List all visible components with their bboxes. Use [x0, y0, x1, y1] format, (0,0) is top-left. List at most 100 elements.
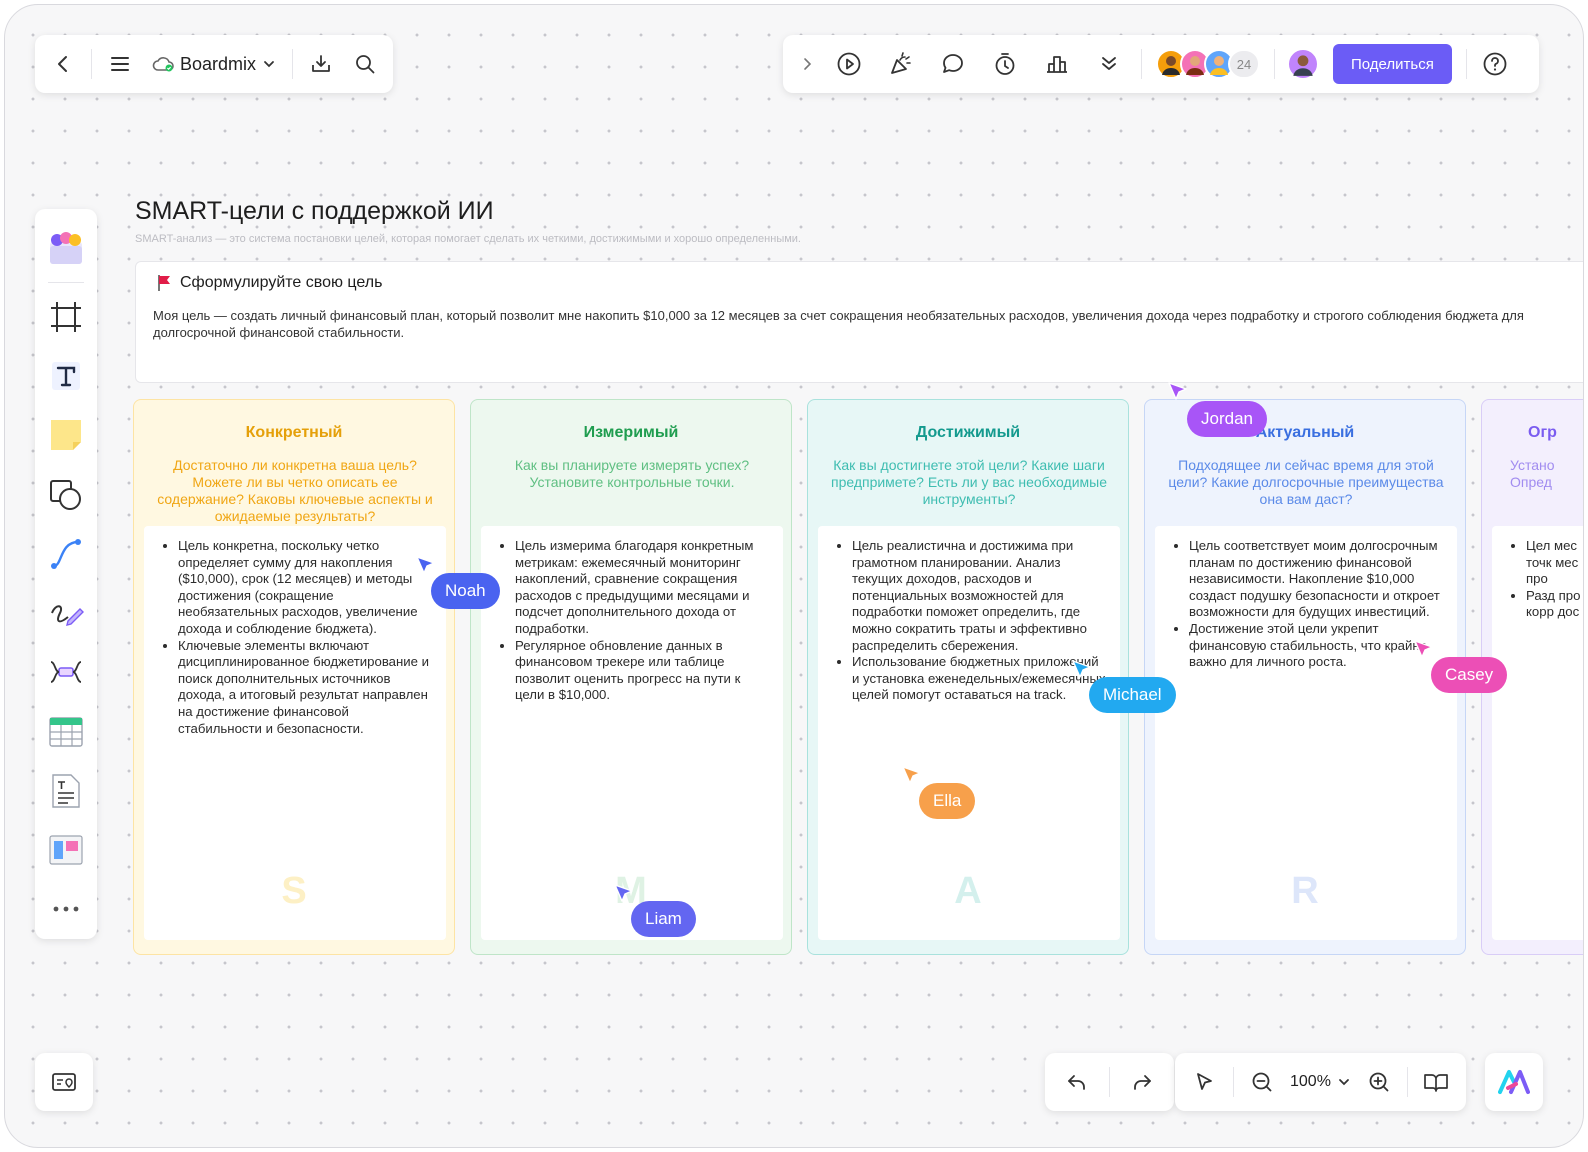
- minimap-button[interactable]: [42, 1060, 86, 1104]
- share-button[interactable]: Поделиться: [1333, 44, 1452, 84]
- zoom-toolbar: 100%: [1175, 1053, 1466, 1111]
- list-item: Использование бюджетных приложений и уст…: [852, 654, 1106, 704]
- more-tools-button[interactable]: [1083, 42, 1135, 86]
- zoom-out-button[interactable]: [1240, 1060, 1284, 1104]
- smart-column-specific[interactable]: Конкретный Достаточно ли конкретна ваша …: [133, 399, 455, 955]
- select-tool-button[interactable]: [1183, 1060, 1227, 1104]
- play-icon: [837, 52, 861, 76]
- help-button[interactable]: [1473, 42, 1517, 86]
- column-card[interactable]: Цел мес точк мес про Разд про корр дос: [1492, 526, 1583, 940]
- list-item: Регулярное обновление данных в финансово…: [515, 638, 769, 704]
- bullet-list: Цель измерима благодаря конкретным метри…: [515, 538, 769, 704]
- pen-tool-button[interactable]: [42, 587, 90, 638]
- sticky-note-icon: [51, 420, 81, 451]
- smart-column-measurable[interactable]: Измеримый Как вы планируете измерять усп…: [470, 399, 792, 955]
- redo-button[interactable]: [1116, 1060, 1168, 1104]
- table-tool-button[interactable]: [42, 706, 90, 757]
- bullet-list: Цель реалистична и достижима при грамотн…: [852, 538, 1106, 704]
- list-item: Цель конкретна, поскольку четко определя…: [178, 538, 432, 638]
- search-icon: [356, 55, 375, 74]
- pointer-icon: [1197, 1073, 1212, 1090]
- cursor-arrow-icon: [1168, 382, 1187, 400]
- double-chevron-down-icon: [1102, 57, 1116, 70]
- smart-column-relevant[interactable]: Актуальный Подходящее ли сейчас время дл…: [1144, 399, 1466, 955]
- left-toolbar: [35, 209, 97, 939]
- download-button[interactable]: [299, 42, 343, 86]
- redo-icon: [1134, 1075, 1151, 1090]
- ai-assistant-button[interactable]: [1492, 1060, 1536, 1104]
- board-name-dropdown[interactable]: Boardmix: [142, 54, 286, 75]
- connector-tool-button[interactable]: [42, 528, 90, 579]
- document-tool-button[interactable]: [42, 765, 90, 816]
- goal-text[interactable]: Моя цель — создать личный финансовый пла…: [153, 307, 1583, 341]
- guide-button[interactable]: [1414, 1060, 1458, 1104]
- goal-box[interactable]: Сформулируйте свою цель Моя цель — созда…: [135, 261, 1583, 383]
- collapse-toolbar-button[interactable]: [791, 42, 823, 86]
- goal-heading: Сформулируйте свою цель: [180, 274, 383, 291]
- templates-icon: [50, 231, 82, 264]
- history-toolbar: [1045, 1053, 1174, 1111]
- vote-button[interactable]: [1031, 42, 1083, 86]
- map-pin-icon: [52, 1073, 76, 1091]
- top-right-toolbar: 24 Поделиться: [783, 35, 1539, 93]
- cloud-icon: [152, 57, 174, 72]
- bullet-list: Цел мес точк мес про Разд про корр дос: [1526, 538, 1582, 621]
- timer-button[interactable]: [979, 42, 1031, 86]
- column-question: Устано Опред: [1510, 457, 1555, 490]
- collaborator-cursor-label: Jordan: [1187, 401, 1267, 437]
- column-question: Как вы планируете измерять успех? Устано…: [514, 457, 750, 490]
- collaborator-cursor-label: Liam: [631, 901, 696, 937]
- celebrate-button[interactable]: [875, 42, 927, 86]
- frame-tool-button[interactable]: [42, 291, 90, 342]
- list-item: Ключевые элементы включают дисциплиниров…: [178, 638, 432, 738]
- more-tools-button[interactable]: [42, 884, 90, 935]
- column-title: Измеримый: [583, 424, 679, 441]
- collaborator-cursor-label: Noah: [431, 573, 500, 609]
- divider: [48, 282, 84, 284]
- comment-icon: [943, 54, 963, 73]
- column-letter: A: [954, 870, 982, 912]
- ai-assistant-panel: [1485, 1053, 1543, 1111]
- back-button[interactable]: [41, 42, 85, 86]
- zoom-level-dropdown[interactable]: 100%: [1284, 1073, 1357, 1091]
- column-title: Достижимый: [915, 424, 1021, 441]
- comment-button[interactable]: [927, 42, 979, 86]
- text-tool-button[interactable]: [42, 350, 90, 401]
- kanban-icon: [49, 835, 83, 865]
- shapes-icon: [50, 479, 81, 510]
- zoom-in-button[interactable]: [1357, 1060, 1401, 1104]
- chevron-right-icon: [804, 58, 812, 70]
- collaborator-count[interactable]: 24: [1228, 49, 1260, 79]
- current-user-avatar[interactable]: [1287, 48, 1319, 80]
- present-button[interactable]: [823, 42, 875, 86]
- column-question: Достаточно ли конкретна ваша цель? Может…: [157, 457, 433, 524]
- column-title: Огр: [1528, 424, 1557, 441]
- connector-line-icon: [51, 538, 81, 569]
- board-subtitle[interactable]: SMART-анализ — это система постановки це…: [135, 233, 801, 245]
- bullet-list: Цель соответствует моим долгосрочным пла…: [1189, 538, 1443, 671]
- frame-icon: [51, 301, 81, 332]
- collaborators-group[interactable]: 24: [1156, 49, 1260, 79]
- menu-button[interactable]: [98, 42, 142, 86]
- templates-button[interactable]: [42, 223, 90, 274]
- list-item: Цель реалистична и достижима при грамотн…: [852, 538, 1106, 654]
- kanban-tool-button[interactable]: [42, 824, 90, 875]
- help-icon: [1483, 52, 1507, 76]
- person-avatar-icon: [1293, 55, 1313, 76]
- sticky-note-tool-button[interactable]: [42, 410, 90, 461]
- chevron-down-icon: [1339, 1079, 1349, 1086]
- list-item: Цель измерима благодаря конкретным метри…: [515, 538, 769, 638]
- bullet-list: Цель конкретна, поскольку четко определя…: [178, 538, 432, 737]
- zoom-in-icon: [1369, 1072, 1389, 1092]
- top-left-toolbar: Boardmix: [35, 35, 394, 93]
- open-book-icon: [1424, 1074, 1448, 1092]
- board-title[interactable]: SMART-цели с поддержкой ИИ: [135, 197, 494, 226]
- canvas[interactable]: Boardmix 24 Поделиться SMART-цели с подд…: [4, 4, 1584, 1148]
- shape-tool-button[interactable]: [42, 469, 90, 520]
- column-letter: S: [281, 870, 307, 912]
- pen-icon: [51, 605, 84, 627]
- mindmap-tool-button[interactable]: [42, 647, 90, 698]
- divider: [292, 49, 294, 79]
- search-button[interactable]: [343, 42, 387, 86]
- undo-button[interactable]: [1051, 1060, 1103, 1104]
